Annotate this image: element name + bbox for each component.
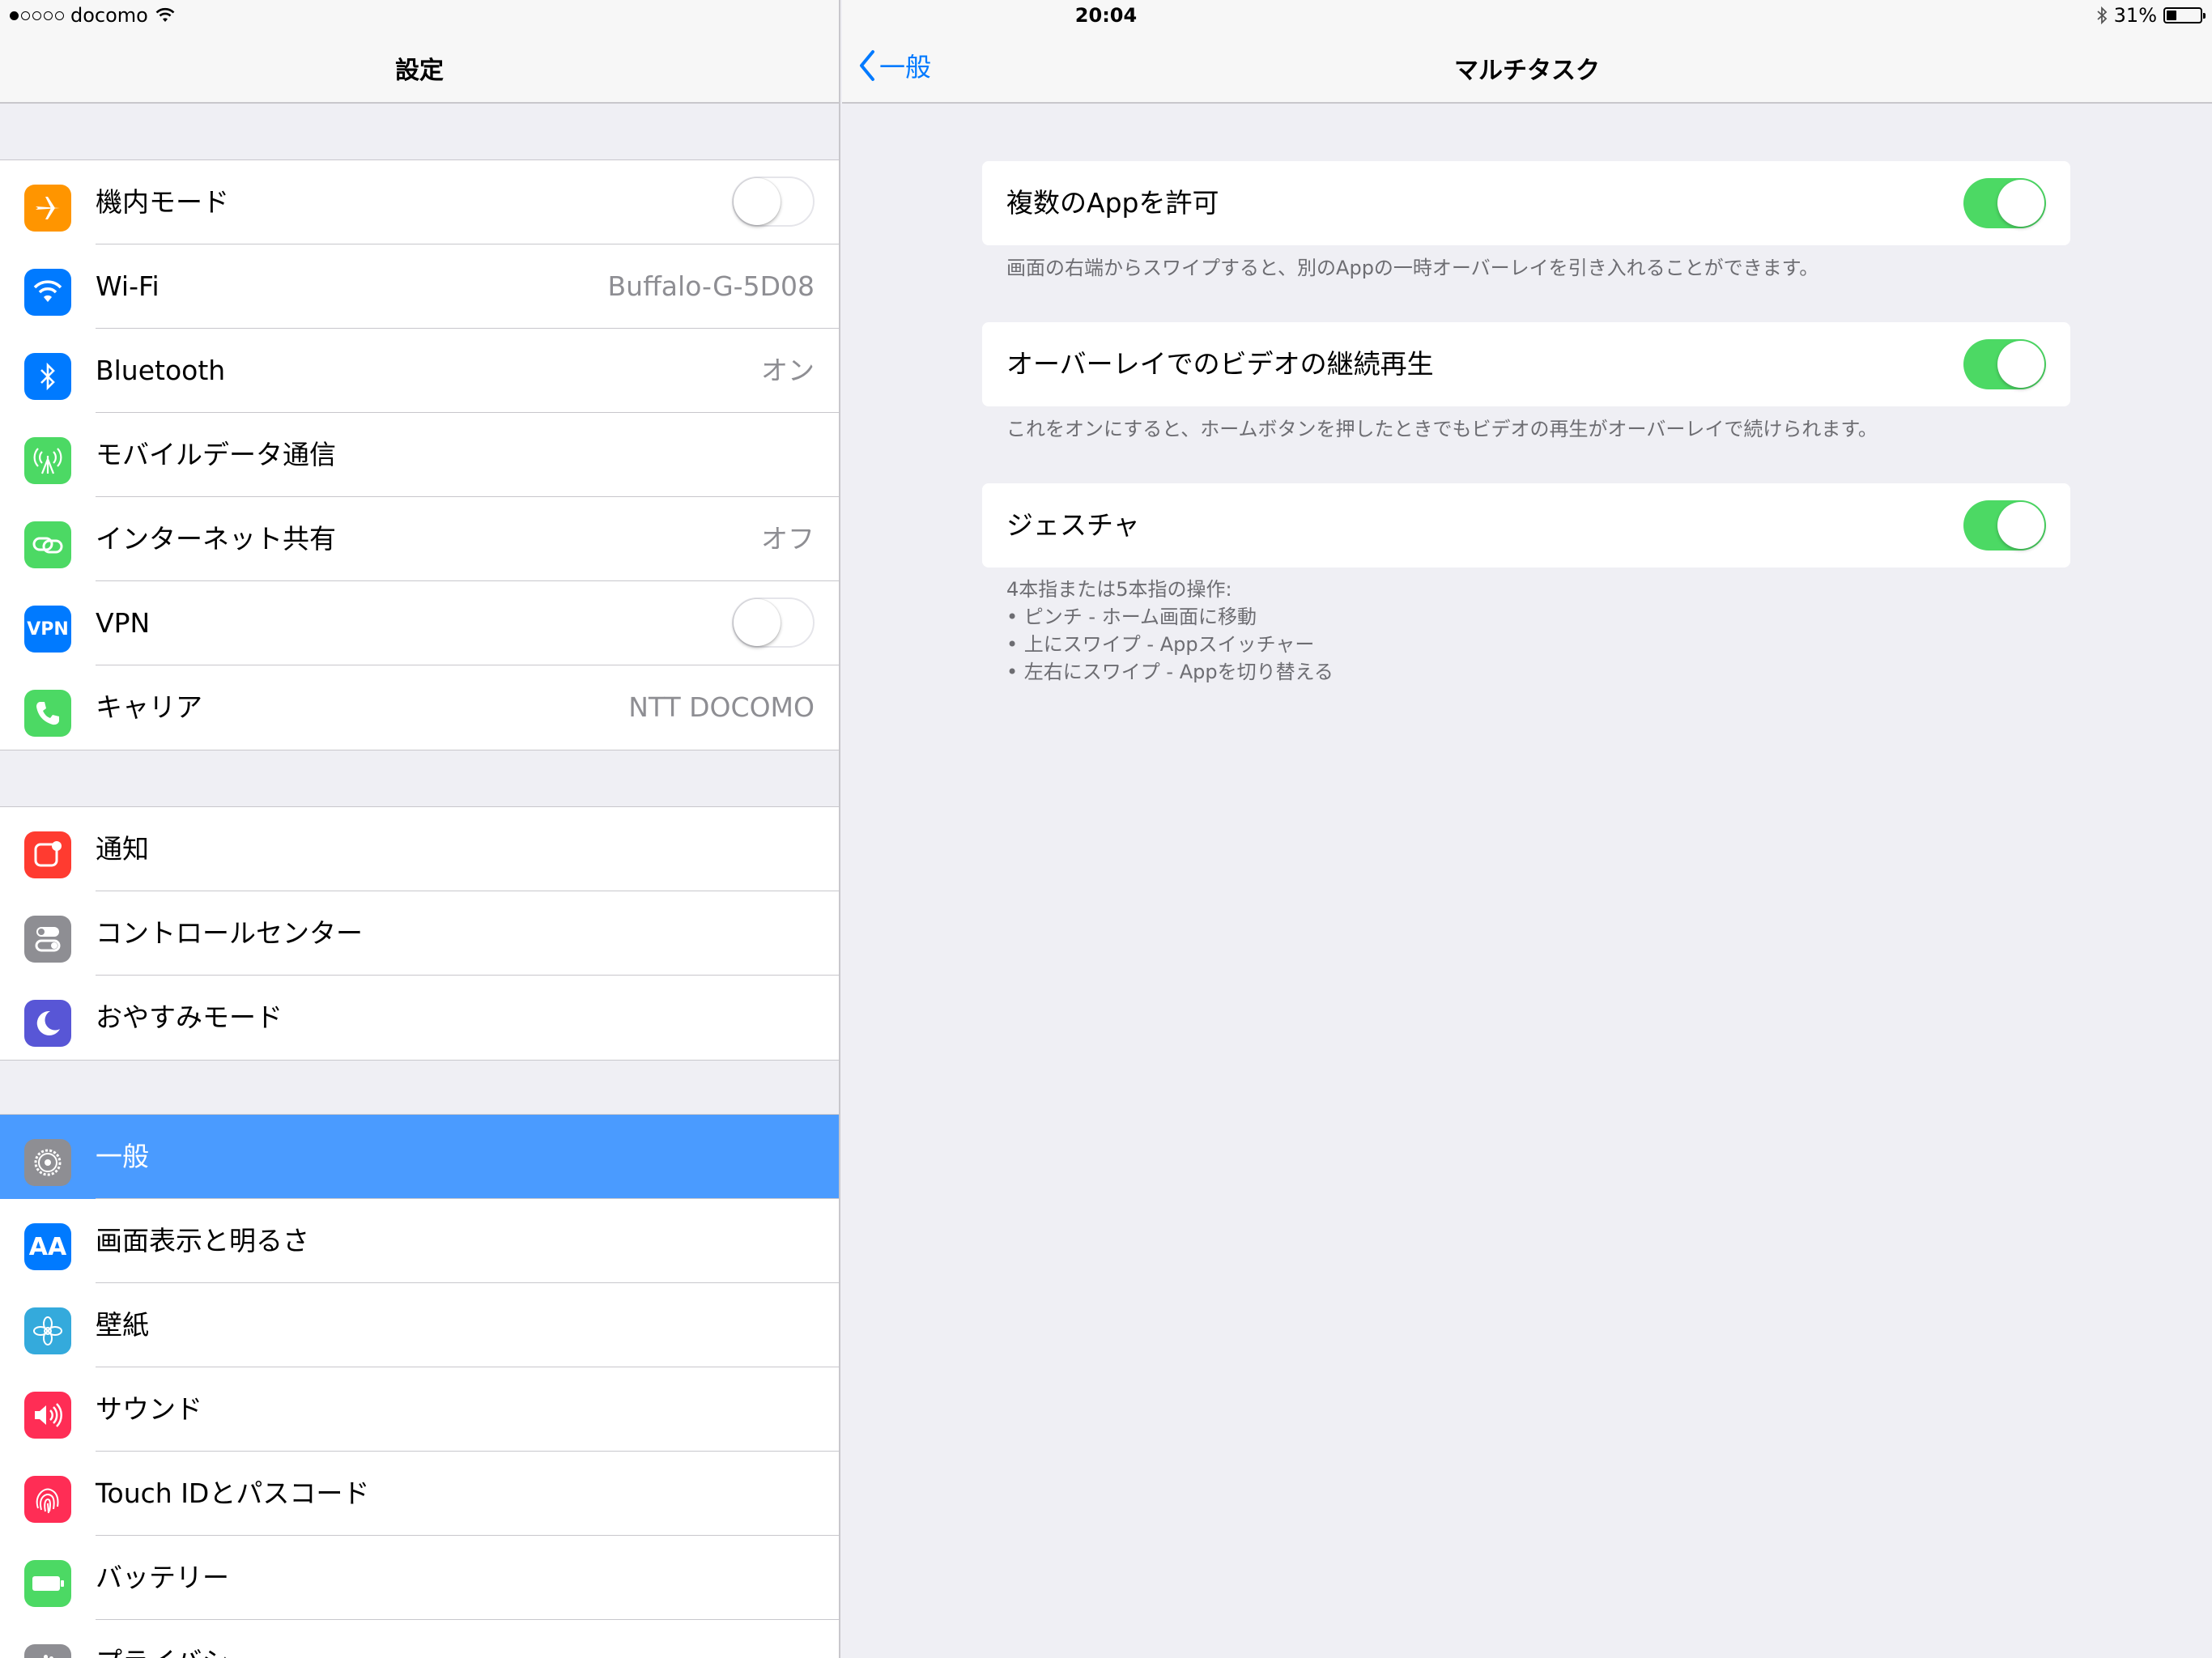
- vpn-icon: VPN: [24, 606, 71, 653]
- setting-label: 複数のAppを許可: [1006, 187, 1219, 219]
- gear-icon: [24, 1139, 71, 1186]
- hotspot-icon: [24, 521, 71, 568]
- setting-card: オーバーレイでのビデオの継続再生: [982, 322, 2070, 406]
- settings-row[interactable]: 一般: [0, 1115, 839, 1199]
- settings-row-label: サウンド: [96, 1393, 202, 1425]
- bluetooth-status-icon: [2097, 6, 2107, 24]
- settings-row[interactable]: バッテリー: [0, 1536, 839, 1620]
- settings-row-label: 機内モード: [96, 186, 229, 218]
- settings-row[interactable]: AA 画面表示と明るさ: [0, 1199, 839, 1283]
- toggle-switch[interactable]: [1963, 178, 2046, 228]
- setting-card: ジェスチャ: [982, 483, 2070, 568]
- settings-master-panel: 設定 機内モード Wi-Fi Buffalo-G-5D08 Bluetooth オンモバ…: [0, 0, 840, 1658]
- settings-row-label: Touch IDとパスコード: [96, 1477, 370, 1509]
- battery-level-fill: [2167, 11, 2177, 20]
- battery-status-icon: [2163, 7, 2206, 23]
- fingerprint-icon: [24, 1476, 71, 1523]
- detail-title: マルチタスク: [1454, 57, 1600, 85]
- settings-row-label: 壁紙: [96, 1309, 149, 1341]
- airplane-icon: [24, 185, 71, 232]
- bluetooth-icon: [24, 353, 71, 400]
- settings-row-value: オフ: [761, 523, 815, 555]
- footer-line: • 上にスワイプ - Appスイッチャー: [1006, 633, 1315, 656]
- settings-group: 機内モード Wi-Fi Buffalo-G-5D08 Bluetooth オンモバイルデ…: [0, 159, 839, 750]
- setting-footer: 画面の右端からスワイプすると、別のAppの一時オーバーレイを引き入れることができ…: [1006, 254, 1819, 282]
- settings-row[interactable]: VPN VPN: [0, 581, 839, 665]
- settings-row-label: おやすみモード: [96, 1001, 283, 1033]
- settings-row[interactable]: コントロールセンター: [0, 891, 839, 976]
- settings-row[interactable]: おやすみモード: [0, 976, 839, 1060]
- footer-line: 4本指または5本指の操作:: [1006, 578, 1232, 601]
- settings-row-label: VPN: [96, 607, 151, 639]
- settings-row-label: プライバシー: [96, 1620, 255, 1658]
- settings-group: 一般 AA 画面表示と明るさ壁紙サウンド Touch IDとパスコードバッテリープライ…: [0, 1114, 839, 1658]
- status-bar: docomo 20:04 31%: [0, 0, 2212, 32]
- toggle-knob: [734, 599, 781, 646]
- footer-line: 画面の右端からスワイプすると、別のAppの一時オーバーレイを引き入れることができ…: [1006, 257, 1819, 279]
- master-title: 設定: [395, 57, 444, 85]
- settings-row-label: 通知: [96, 833, 149, 865]
- settings-row-label: Wi-Fi: [96, 270, 160, 302]
- phone-icon: [24, 690, 71, 737]
- control-center-icon: [24, 916, 71, 963]
- settings-row[interactable]: プライバシー: [0, 1620, 839, 1658]
- battery-percent: 31%: [2113, 4, 2157, 27]
- settings-row[interactable]: Touch IDとパスコード: [0, 1452, 839, 1536]
- battery-icon: [24, 1560, 71, 1607]
- setting-label: ジェスチャ: [1006, 509, 1140, 541]
- settings-group: 通知コントロールセンター おやすみモード: [0, 806, 839, 1061]
- setting-footer: 4本指または5本指の操作: • ピンチ - ホーム画面に移動 • 上にスワイプ - …: [1006, 576, 1334, 686]
- setting-card: 複数のAppを許可: [982, 161, 2070, 245]
- settings-row[interactable]: 機内モード: [0, 160, 839, 244]
- settings-row-label: 画面表示と明るさ: [96, 1225, 309, 1256]
- wifi-icon: [24, 269, 71, 316]
- privacy-icon: [24, 1644, 71, 1658]
- sound-icon: [24, 1392, 71, 1439]
- settings-row-label: 一般: [96, 1141, 149, 1172]
- moon-icon: [24, 1000, 71, 1047]
- display-icon: AA: [24, 1223, 71, 1270]
- settings-row-value: オン: [761, 355, 815, 386]
- footer-line: • 左右にスワイプ - Appを切り替える: [1006, 661, 1334, 683]
- settings-row[interactable]: 通知: [0, 807, 839, 891]
- settings-row-value: NTT DOCOMO: [628, 691, 815, 723]
- setting-footer: これをオンにすると、ホームボタンを押したときでもビデオの再生がオーバーレイで続け…: [1006, 415, 1878, 443]
- settings-row-label: バッテリー: [96, 1562, 229, 1593]
- settings-row-label: モバイルデータ通信: [96, 439, 336, 470]
- settings-row-value: Buffalo-G-5D08: [607, 270, 815, 302]
- settings-row[interactable]: キャリア NTT DOCOMO: [0, 665, 839, 750]
- settings-row[interactable]: インターネット共有 オフ: [0, 497, 839, 581]
- toggle-knob: [1997, 502, 2044, 549]
- toggle-switch[interactable]: [1963, 339, 2046, 389]
- toggle-knob: [1997, 341, 2044, 388]
- notifications-icon: [24, 831, 71, 878]
- settings-row-label: キャリア: [96, 691, 202, 723]
- settings-row[interactable]: Bluetooth オン: [0, 329, 839, 413]
- settings-row-label: インターネット共有: [96, 523, 336, 555]
- settings-row[interactable]: サウンド: [0, 1367, 839, 1452]
- setting-label: オーバーレイでのビデオの継続再生: [1006, 348, 1434, 380]
- toggle-switch[interactable]: [732, 597, 815, 648]
- toggle-switch[interactable]: [732, 176, 815, 227]
- footer-line: • ピンチ - ホーム画面に移動: [1006, 606, 1257, 628]
- settings-row[interactable]: Wi-Fi Buffalo-G-5D08: [0, 244, 839, 329]
- status-right: 31%: [2096, 4, 2206, 27]
- multitask-detail-panel: 一般 マルチタスク 複数のAppを許可 画面の右端からスワイプすると、別のAppの…: [842, 0, 2212, 1658]
- cellular-icon: [24, 437, 71, 484]
- toggle-knob: [1997, 180, 2044, 227]
- settings-row[interactable]: 壁紙: [0, 1283, 839, 1367]
- toggle-switch[interactable]: [1963, 500, 2046, 551]
- settings-row[interactable]: モバイルデータ通信: [0, 413, 839, 497]
- wallpaper-icon: [24, 1307, 71, 1354]
- status-time: 20:04: [1074, 4, 1138, 27]
- toggle-knob: [734, 178, 781, 225]
- settings-row-label: コントロールセンター: [96, 917, 363, 949]
- settings-row-label: Bluetooth: [96, 355, 226, 386]
- footer-line: これをオンにすると、ホームボタンを押したときでもビデオの再生がオーバーレイで続け…: [1006, 418, 1878, 440]
